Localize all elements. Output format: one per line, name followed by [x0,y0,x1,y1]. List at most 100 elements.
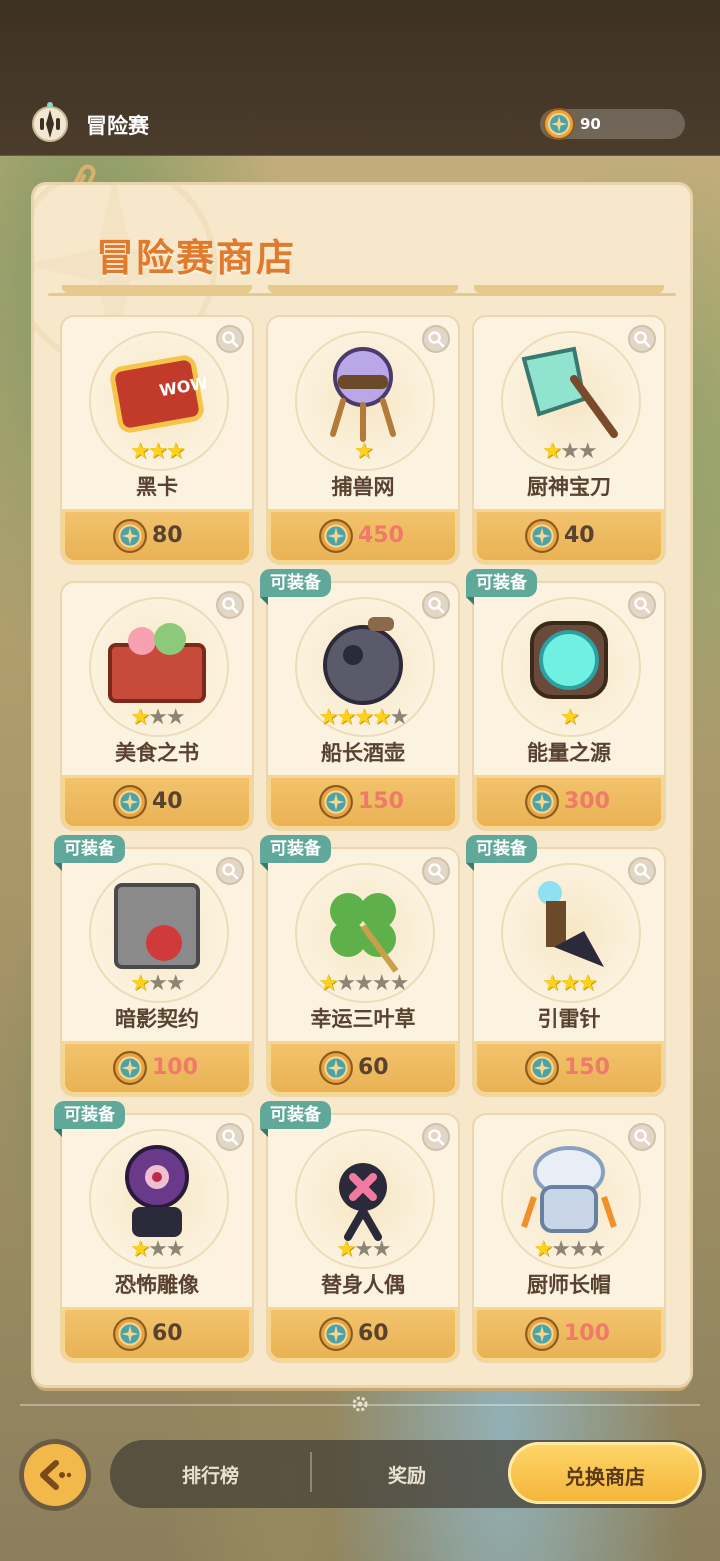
shop-item-card[interactable]: ★★★★★ 幸运三叶草 60 可装备 [260,835,458,1095]
star-icon: ★ [371,1237,392,1262]
shop-item-card[interactable]: ★★★ 恐怖雕像 60 可装备 [54,1101,252,1361]
tab-exchange-shop-label: 兑换商店 [565,1465,645,1489]
adventure-logo-icon [32,102,68,142]
star-rating: ★★★ [62,707,252,729]
zoom-button[interactable] [216,591,244,619]
price-button[interactable]: 60 [268,1307,458,1361]
price-button[interactable]: 100 [62,1041,252,1095]
currency-amount: 90 [580,115,601,133]
price-button[interactable]: 40 [474,509,664,563]
coin-icon [319,785,353,819]
zoom-button[interactable] [422,325,450,353]
star-icon: ★ [560,439,580,464]
price-button[interactable]: 300 [474,775,664,829]
star-rating: ★★★★★ [268,973,458,995]
coin-icon [525,519,559,553]
magnifier-icon [428,863,445,880]
shop-item-card[interactable]: ★★★★ 厨师长帽 100 [474,1115,664,1361]
coin-icon [525,785,559,819]
price-button[interactable]: 150 [474,1041,664,1095]
shop-item-card[interactable]: ★★★ 替身人偶 60 可装备 [260,1101,458,1361]
magnifier-icon [222,1129,239,1146]
zoom-button[interactable] [422,857,450,885]
back-button[interactable] [24,1444,86,1506]
star-rating: ★★★ [62,973,252,995]
magnifier-icon [222,863,239,880]
star-rating: ★ [474,707,664,729]
zoom-button[interactable] [628,1123,656,1151]
magnifier-icon [634,863,651,880]
star-icon: ★ [318,971,339,996]
star-icon: ★ [389,705,410,730]
zoom-button[interactable] [422,1123,450,1151]
item-name: 恐怖雕像 [115,1273,199,1297]
item-name: 船长酒壶 [321,741,405,765]
item-art-icon [521,346,618,438]
magnifier-icon [428,597,445,614]
coin-icon [525,1317,559,1351]
item-art-icon [125,1145,189,1237]
price-button[interactable]: 80 [62,509,252,563]
star-icon: ★ [165,971,186,996]
star-icon: ★ [389,971,410,996]
magnifier-icon [222,597,239,614]
item-name: 美食之书 [115,741,199,765]
coin-icon [113,519,147,553]
star-icon: ★ [130,439,150,464]
equippable-tag: 可装备 [260,835,331,871]
zoom-button[interactable] [628,591,656,619]
item-name: 厨神宝刀 [527,475,611,499]
item-name: 黑卡 [136,475,178,499]
price-button[interactable]: 60 [268,1041,458,1095]
zoom-button[interactable] [216,857,244,885]
zoom-button[interactable] [628,857,656,885]
star-icon: ★ [542,439,562,464]
coin-icon [113,1051,147,1085]
magnifier-icon [222,331,239,348]
shop-item-card[interactable]: ★ 捕兽网 450 [268,317,458,563]
zoom-button[interactable] [422,591,450,619]
star-icon: ★ [533,1237,554,1262]
tab-rewards[interactable]: 奖励 [388,1461,426,1488]
magnifier-icon [428,331,445,348]
shop-item-card[interactable]: ★★★★★ 船长酒壶 150 可装备 [260,569,458,829]
price-button[interactable]: 150 [268,775,458,829]
price-button[interactable]: 450 [268,509,458,563]
star-icon: ★ [354,971,374,996]
shop-item-card[interactable]: WOW ★★★ 黑卡 80 [62,317,252,563]
star-rating: ★★★ [62,441,252,463]
price-button[interactable]: 40 [62,775,252,829]
item-name: 暗影契约 [115,1007,199,1031]
tab-exchange-shop[interactable]: 兑换商店 [508,1442,702,1504]
zoom-button[interactable] [216,325,244,353]
magnifier-icon [634,597,651,614]
price-button[interactable]: 60 [62,1307,252,1361]
star-icon: ★ [569,1237,589,1262]
coin-icon [525,1051,559,1085]
zoom-button[interactable] [216,1123,244,1151]
item-name: 厨师长帽 [527,1273,611,1297]
star-icon: ★ [130,1237,150,1262]
star-rating: ★★★ [474,441,664,463]
shop-item-card[interactable]: ★★★ 引雷针 150 可装备 [466,835,664,1095]
item-art-icon [339,1163,387,1241]
magnifier-icon [428,1129,445,1146]
top-bar: 冒险赛 90 [0,0,720,156]
star-icon: ★ [354,705,374,730]
coin-icon [319,1051,353,1085]
star-icon: ★ [336,1237,356,1262]
star-icon: ★ [371,705,392,730]
back-arrow-icon [40,1460,72,1490]
tab-ranking[interactable]: 排行榜 [182,1461,239,1488]
coin-icon [113,1317,147,1351]
price-button[interactable]: 100 [474,1307,664,1361]
shop-item-card[interactable]: ★★★ 暗影契约 100 可装备 [54,835,252,1095]
shop-item-card[interactable]: ★★★ 美食之书 40 [62,583,252,829]
coin-icon [543,108,575,140]
item-name: 捕兽网 [331,475,395,499]
shop-item-card[interactable]: ★ 能量之源 300 可装备 [466,569,664,829]
item-art-icon [521,1146,617,1233]
star-icon: ★ [560,705,580,730]
zoom-button[interactable] [628,325,656,353]
shop-item-card[interactable]: ★★★ 厨神宝刀 40 [474,317,664,563]
